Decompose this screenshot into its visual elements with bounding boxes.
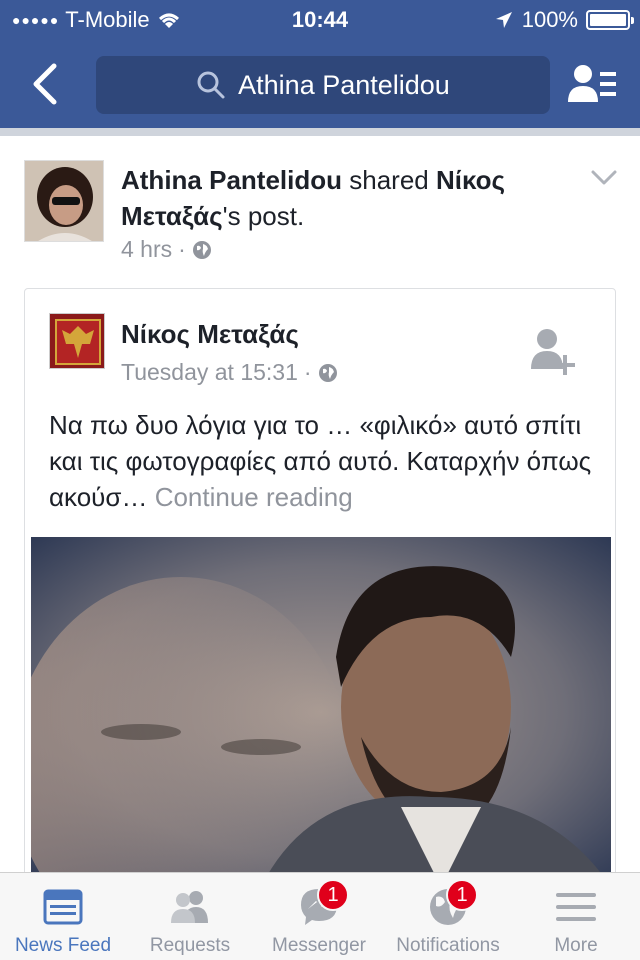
meta-separator: · (303, 359, 312, 385)
news-feed-icon (41, 885, 85, 929)
back-arrow-icon[interactable] (26, 60, 66, 108)
shared-author-name[interactable]: Νίκος Μεταξάς (121, 319, 299, 350)
status-bar: ●●●●● T-Mobile 10:44 100% (0, 0, 640, 40)
chevron-down-icon[interactable] (590, 168, 618, 188)
avatar-photo (25, 161, 103, 241)
top-divider (0, 128, 640, 136)
battery-info: 100% (494, 7, 634, 33)
tab-label: News Feed (14, 935, 112, 956)
meta-separator: · (178, 236, 186, 262)
tab-label: Notifications (396, 935, 500, 956)
add-friend-icon[interactable] (529, 325, 579, 377)
tab-more[interactable]: More (512, 873, 640, 960)
tab-requests[interactable]: Requests (126, 873, 254, 960)
shared-post-time[interactable]: Tuesday at 15:31 (121, 359, 298, 386)
tab-label: Requests (149, 935, 231, 956)
shared-post[interactable]: Νίκος Μεταξάς Tuesday at 15:31 · Να πω δ… (24, 288, 616, 888)
battery-icon (586, 10, 634, 30)
friend-requests-icon (168, 885, 212, 929)
tab-label: Messenger (272, 935, 366, 956)
tab-notifications[interactable]: 1 Notifications (384, 873, 512, 960)
public-globe-icon (318, 363, 337, 382)
story-header: Athina Pantelidou shared Νίκος Μεταξάς's… (121, 162, 561, 234)
story-time[interactable]: 4 hrs (121, 236, 172, 263)
tab-label: More (554, 935, 598, 956)
public-globe-icon (192, 240, 211, 259)
location-arrow-icon (495, 12, 512, 28)
story-action: shared (349, 165, 429, 195)
search-bar[interactable]: Athina Pantelidou (96, 56, 550, 114)
shared-post-meta: Tuesday at 15:31 · (121, 359, 338, 386)
search-input[interactable]: Athina Pantelidou (238, 70, 450, 101)
tab-messenger[interactable]: 1 Messenger (254, 873, 384, 960)
menu-icon (554, 885, 598, 929)
search-icon (197, 71, 225, 99)
byzantine-eagle-icon (50, 314, 104, 368)
friend-list-icon[interactable] (568, 62, 618, 106)
globe-icon: 1 (426, 879, 478, 929)
avatar[interactable] (24, 160, 104, 242)
post-photo-image (31, 537, 611, 887)
messenger-badge: 1 (317, 879, 349, 911)
post-text: Να πω δυο λόγια για το … «φιλικό» αυτό σ… (49, 407, 599, 515)
tab-bar: News Feed Requests 1 Messenger 1 Notific… (0, 872, 640, 960)
battery-percent: 100% (521, 7, 578, 32)
post-photo[interactable] (31, 537, 611, 887)
story-meta: 4 hrs · (121, 236, 212, 263)
story-author-link[interactable]: Athina Pantelidou (121, 165, 342, 195)
notifications-badge: 1 (446, 879, 478, 911)
tab-news-feed[interactable]: News Feed (0, 873, 126, 960)
shared-avatar[interactable] (49, 313, 105, 369)
messenger-icon: 1 (297, 879, 349, 929)
story-suffix: 's post. (222, 201, 305, 231)
top-bar: ●●●●● T-Mobile 10:44 100% Athina Panteli… (0, 0, 640, 130)
continue-reading-link[interactable]: Continue reading (155, 482, 353, 512)
